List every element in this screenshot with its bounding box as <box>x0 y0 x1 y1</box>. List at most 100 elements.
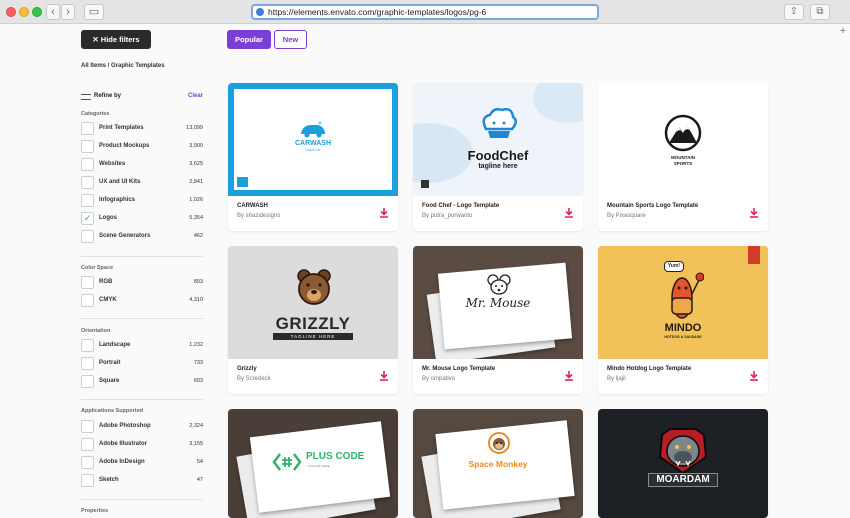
filter-item-landscape[interactable]: Landscape 1,232 <box>81 339 203 352</box>
item-card[interactable]: FoodChef tagline here Food Chef - Logo T… <box>413 83 583 231</box>
tab-overview-button[interactable]: ⧉ <box>810 4 830 20</box>
item-card[interactable]: Space Monkey <box>413 409 583 518</box>
filter-item-sketch[interactable]: Sketch 47 <box>81 474 203 487</box>
sort-popular-button[interactable]: Popular <box>227 30 271 49</box>
close-window-icon[interactable] <box>6 7 16 17</box>
address-bar[interactable]: https://elements.envato.com/graphic-temp… <box>251 4 599 20</box>
checkbox[interactable] <box>81 456 94 469</box>
checkbox[interactable] <box>81 420 94 433</box>
download-icon[interactable] <box>564 207 574 218</box>
filter-count: 3,625 <box>189 161 203 167</box>
item-title[interactable]: Grizzly <box>237 366 257 372</box>
item-card[interactable]: Mr. Mouse Mr. Mouse Logo Template By omp… <box>413 246 583 394</box>
filter-item-adobe-photoshop[interactable]: Adobe Photoshop 2,324 <box>81 420 203 433</box>
checkbox[interactable] <box>81 122 94 135</box>
filter-count: 2,841 <box>189 179 203 185</box>
monkey-astronaut-logo-icon <box>488 432 510 454</box>
checkbox[interactable] <box>81 357 94 370</box>
item-card[interactable]: CARWASH CLEAN UP CARWASH By shazidesigns <box>228 83 398 231</box>
filter-item-adobe-indesign[interactable]: Adobe InDesign 54 <box>81 456 203 469</box>
hide-filters-button[interactable]: ✕ Hide filters <box>81 30 151 49</box>
item-card[interactable]: PLUS CODE TAGLINE HERE <box>228 409 398 518</box>
chevron-left-icon: ‹ <box>51 6 55 18</box>
filter-count: 3,900 <box>189 143 203 149</box>
item-author[interactable]: By ompativo <box>422 376 455 382</box>
filter-item-logos[interactable]: ✓ Logos 5,354 <box>81 212 203 225</box>
zoom-window-icon[interactable] <box>32 7 42 17</box>
section-title-properties: Properties <box>81 508 109 514</box>
checkbox[interactable] <box>81 474 94 487</box>
item-title[interactable]: Food Chef - Logo Template <box>422 203 499 209</box>
filter-item-infographics[interactable]: Infographics 1,026 <box>81 194 203 207</box>
logo-tagline: CLEAN UP <box>305 148 321 152</box>
new-tab-button[interactable]: + <box>836 25 850 37</box>
item-title[interactable]: Mr. Mouse Logo Template <box>422 366 495 372</box>
browser-toolbar: ‹ › ▭ https://elements.envato.com/graphi… <box>0 0 850 24</box>
clear-filters-link[interactable]: Clear <box>188 93 203 99</box>
download-icon[interactable] <box>749 207 759 218</box>
item-title[interactable]: Mountain Sports Logo Template <box>607 203 698 209</box>
item-card[interactable]: Yum! MINDO HOTDOG & SAUSAGE Mindo Hotdog… <box>598 246 768 394</box>
back-button[interactable]: ‹ <box>46 4 60 20</box>
checkbox[interactable] <box>81 230 94 243</box>
sidebar-toggle-button[interactable]: ▭ <box>84 4 104 20</box>
item-thumbnail[interactable]: Yum! MINDO HOTDOG & SAUSAGE <box>598 246 768 359</box>
item-thumbnail[interactable]: Mr. Mouse <box>413 246 583 359</box>
checkbox[interactable] <box>81 140 94 153</box>
download-icon[interactable] <box>379 207 389 218</box>
filter-item-cmyk[interactable]: CMYK 4,310 <box>81 294 203 307</box>
filter-item-ux-ui-kits[interactable]: UX and UI Kits 2,841 <box>81 176 203 189</box>
checkbox[interactable] <box>81 158 94 171</box>
checkbox[interactable] <box>81 194 94 207</box>
share-button[interactable]: ⇧ <box>784 4 804 20</box>
item-card[interactable]: GRIZZLY TAGLINE HERE Grizzly By Scredeck <box>228 246 398 394</box>
filter-item-product-mockups[interactable]: Product Mockups 3,900 <box>81 140 203 153</box>
checkbox[interactable] <box>81 294 94 307</box>
item-title[interactable]: CARWASH <box>237 203 268 209</box>
logo-wordmark: Mr. Mouse <box>465 296 531 310</box>
logo-wordmark: GRIZZLY <box>275 314 351 333</box>
item-title[interactable]: Mindo Hotdog Logo Template <box>607 366 691 372</box>
checkbox-checked[interactable]: ✓ <box>81 212 94 225</box>
filter-item-rgb[interactable]: RGB 893 <box>81 276 203 289</box>
item-author[interactable]: By Pixasquare <box>607 213 646 219</box>
item-author[interactable]: By shazidesigns <box>237 213 280 219</box>
filter-item-adobe-illustrator[interactable]: Adobe Illustrator 3,155 <box>81 438 203 451</box>
filter-item-square[interactable]: Square 603 <box>81 375 203 388</box>
checkbox[interactable] <box>81 339 94 352</box>
sort-new-button[interactable]: New <box>274 30 307 49</box>
minimize-window-icon[interactable] <box>19 7 29 17</box>
checkbox[interactable] <box>81 438 94 451</box>
checkbox[interactable] <box>81 276 94 289</box>
filter-item-websites[interactable]: Websites 3,625 <box>81 158 203 171</box>
download-icon[interactable] <box>379 370 389 381</box>
item-card[interactable]: MOARDAM <box>598 409 768 518</box>
item-author[interactable]: By Scredeck <box>237 376 271 382</box>
share-icon: ⇧ <box>789 6 799 17</box>
item-card[interactable]: MOUNTAIN SPORTS Mountain Sports Logo Tem… <box>598 83 768 231</box>
chevron-right-icon: › <box>66 6 70 18</box>
item-thumbnail[interactable]: GRIZZLY TAGLINE HERE <box>228 246 398 359</box>
filter-item-print-templates[interactable]: Print Templates 13,099 <box>81 122 203 135</box>
item-thumbnail[interactable]: MOARDAM <box>598 409 768 518</box>
breadcrumb[interactable]: All Items / Graphic Templates <box>81 63 165 69</box>
item-thumbnail[interactable]: MOUNTAIN SPORTS <box>598 83 768 196</box>
filter-label: UX and UI Kits <box>99 179 141 185</box>
checkbox[interactable] <box>81 375 94 388</box>
item-author[interactable]: By putra_purwanto <box>422 213 472 219</box>
download-icon[interactable] <box>749 370 759 381</box>
download-icon[interactable] <box>564 370 574 381</box>
section-title-orientation: Orientation <box>81 328 111 334</box>
item-thumbnail[interactable]: CARWASH CLEAN UP <box>228 83 398 196</box>
checkbox[interactable] <box>81 176 94 189</box>
filter-count: 733 <box>193 360 203 366</box>
item-thumbnail[interactable]: FoodChef tagline here <box>413 83 583 196</box>
logo-tagline: tagline here <box>478 163 518 170</box>
item-author[interactable]: By ljajil <box>607 376 626 382</box>
forward-button[interactable]: › <box>61 4 75 20</box>
filter-item-portrait[interactable]: Portrait 733 <box>81 357 203 370</box>
item-thumbnail[interactable]: PLUS CODE TAGLINE HERE <box>228 409 398 518</box>
refine-header: Refine by Clear <box>81 93 203 103</box>
item-thumbnail[interactable]: Space Monkey <box>413 409 583 518</box>
filter-item-scene-generators[interactable]: Scene Generators 462 <box>81 230 203 243</box>
